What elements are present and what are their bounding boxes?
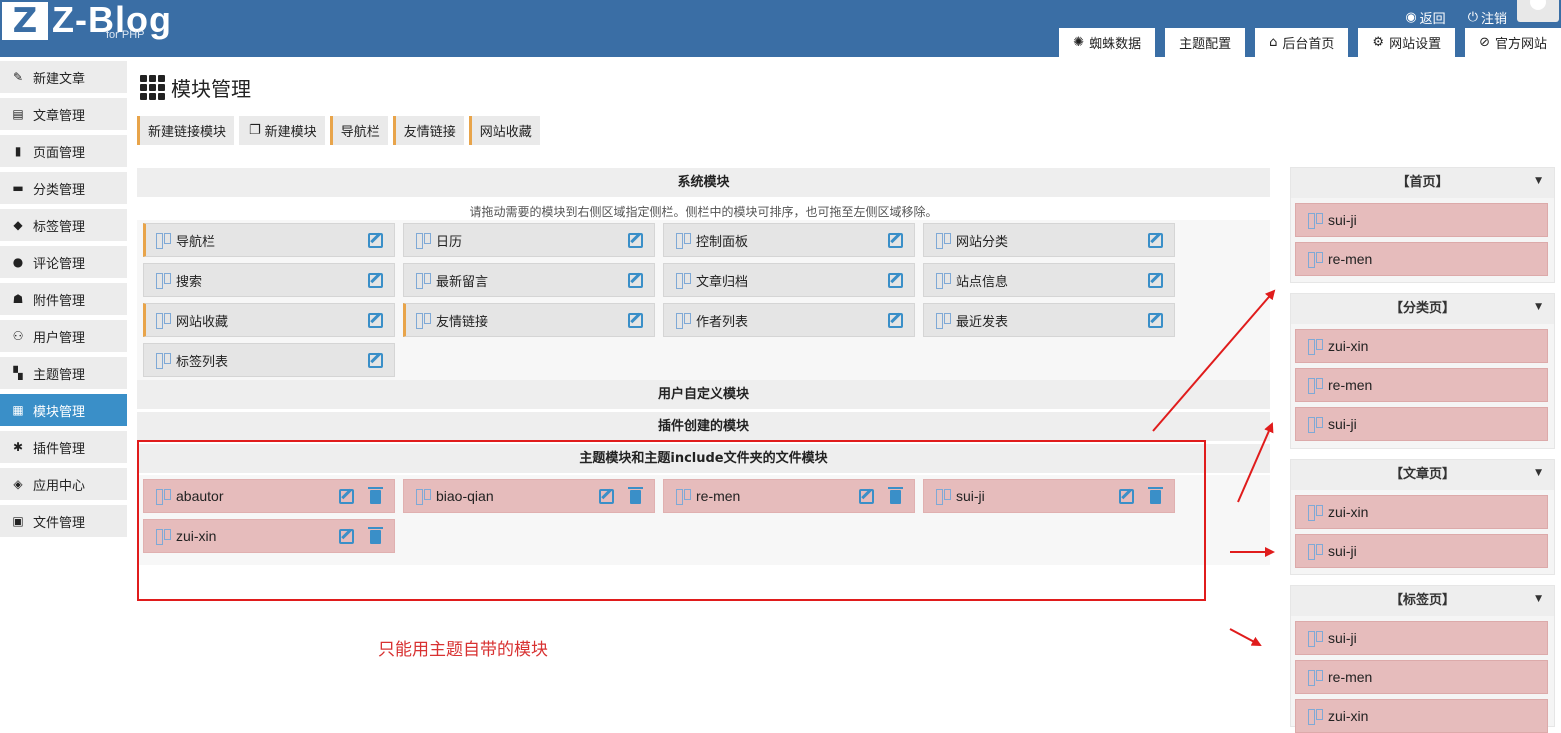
arrow-to-tag — [1229, 628, 1262, 646]
arrow-to-category — [1237, 422, 1274, 503]
annotation-arrows — [1152, 289, 1276, 646]
arrow-to-home — [1152, 289, 1276, 432]
